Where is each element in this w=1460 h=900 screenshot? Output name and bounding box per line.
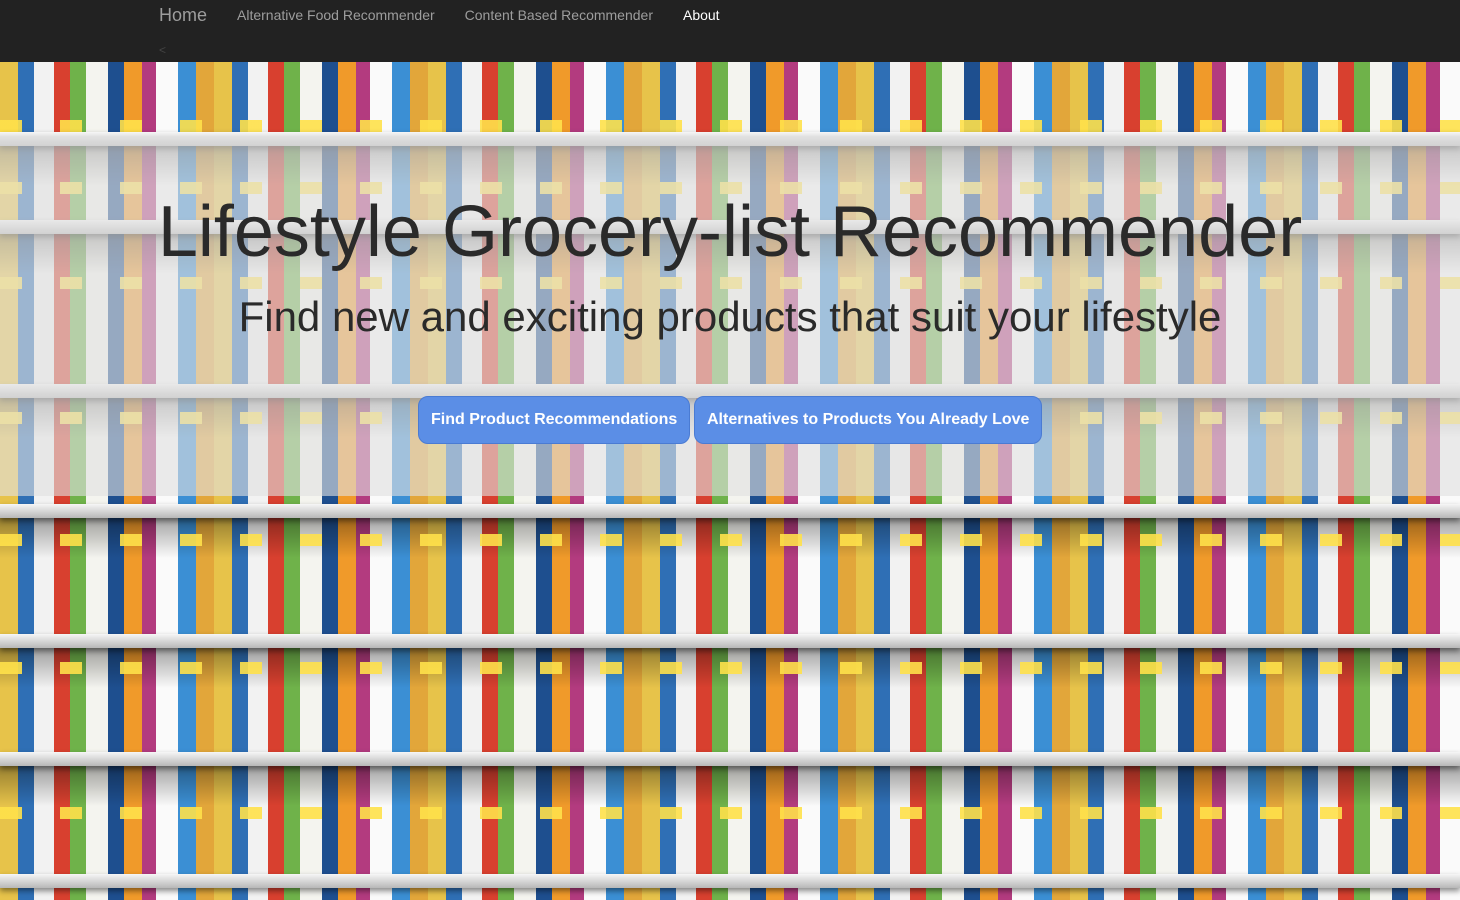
alternatives-button[interactable]: Alternatives to Products You Already Lov… [694, 396, 1042, 444]
nav-home-link[interactable]: Home [159, 5, 207, 25]
shelf [0, 752, 1460, 766]
shelf-price-tags [0, 807, 1460, 819]
nav-caret-glyph: < [159, 43, 167, 57]
shelf-shadow [0, 766, 1460, 806]
nav-link-about[interactable]: About [668, 0, 735, 30]
nav-link-alternative-food[interactable]: Alternative Food Recommender [222, 0, 450, 30]
hero-background-image [0, 62, 1460, 900]
shelf [0, 504, 1460, 518]
page-subtitle: Find new and exciting products that suit… [238, 293, 1222, 340]
shelf-price-tags [0, 534, 1460, 546]
cta-button-group: Find Product Recommendations Alternative… [0, 396, 1460, 444]
navbar: Home Alternative Food Recommender Conten… [0, 0, 1460, 62]
shelf-price-tags [0, 120, 1460, 132]
shelf [0, 634, 1460, 648]
page-title: Lifestyle Grocery-list Recommender [157, 192, 1303, 272]
nav-links: Alternative Food Recommender Content Bas… [222, 0, 735, 30]
shelf-price-tags [0, 662, 1460, 674]
nav-link-content-based[interactable]: Content Based Recommender [450, 0, 668, 30]
find-recommendations-button[interactable]: Find Product Recommendations [418, 396, 690, 444]
shelf [0, 874, 1460, 888]
